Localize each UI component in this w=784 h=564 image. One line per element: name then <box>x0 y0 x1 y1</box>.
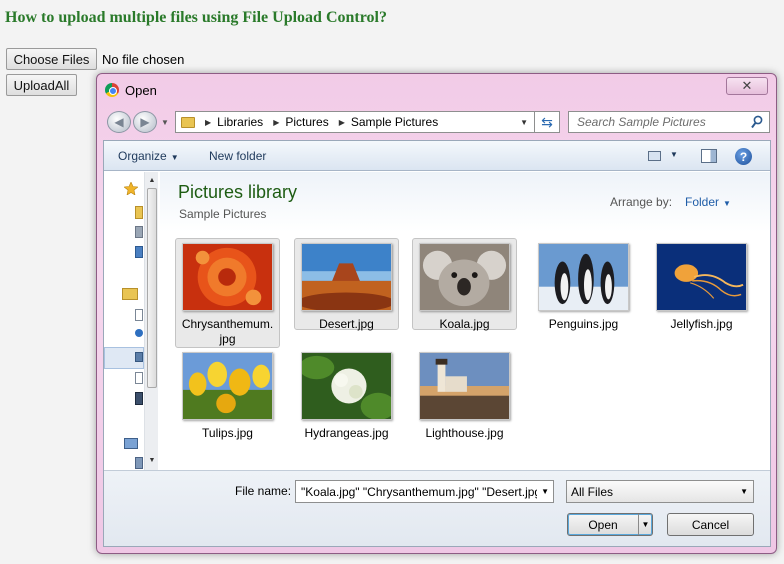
computer-icon[interactable] <box>124 438 138 449</box>
libraries-icon[interactable] <box>122 288 138 300</box>
thumbnail-jellyfish <box>656 243 747 311</box>
new-folder-button[interactable]: New folder <box>209 149 266 163</box>
document-icon[interactable] <box>135 372 143 384</box>
back-button[interactable]: ◀ <box>107 111 131 133</box>
upload-all-button[interactable]: UploadAll <box>6 74 77 96</box>
file-tile-penguins[interactable]: Penguins.jpg <box>531 238 636 331</box>
address-bar[interactable]: ▶ Libraries ▶ Pictures ▶ Sample Pictures… <box>175 111 535 133</box>
chevron-down-icon[interactable]: ▼ <box>541 487 549 496</box>
arrange-by-value: Folder <box>685 195 720 209</box>
browser-logo-icon <box>105 83 119 97</box>
thumbnail-penguins <box>538 243 629 311</box>
videos-icon[interactable] <box>135 392 143 405</box>
refresh-button[interactable]: ⇆ <box>535 111 560 133</box>
scroll-up-icon[interactable]: ▲ <box>145 174 159 188</box>
no-file-chosen-text: No file chosen <box>102 52 185 67</box>
file-type-select[interactable]: All Files ▼ <box>566 480 754 503</box>
organize-label: Organize <box>118 149 167 163</box>
open-button[interactable]: Open ▼ <box>567 513 653 536</box>
organize-button[interactable]: Organize ▼ <box>118 149 179 163</box>
search-input[interactable] <box>575 114 747 130</box>
arrange-by-dropdown[interactable]: Folder ▼ <box>685 195 731 209</box>
network-icon[interactable] <box>135 457 143 469</box>
breadcrumb-pictures[interactable]: Pictures <box>285 115 328 129</box>
chevron-down-icon[interactable]: ▼ <box>670 150 678 159</box>
file-name-label: Lighthouse.jpg <box>425 426 504 440</box>
open-file-dialog: Open ✕ ◀ ▶ ▼ ▶ Libraries ▶ Pictures ▶ Sa… <box>96 73 777 554</box>
views-icon[interactable] <box>648 151 661 161</box>
thumbnail-tulips <box>182 352 273 420</box>
arrange-by-label: Arrange by: <box>610 195 673 209</box>
scroll-down-icon[interactable]: ▼ <box>145 454 159 468</box>
cancel-button[interactable]: Cancel <box>667 513 754 536</box>
thumbnail-koala <box>419 243 510 311</box>
file-type-value: All Files <box>571 484 614 499</box>
file-name-field[interactable]: ▼ <box>295 480 554 503</box>
file-name-label: Chrysanthemum. jpg <box>181 317 274 346</box>
navigation-pane: ▲ ▼ <box>104 172 160 470</box>
file-name-label: Koala.jpg <box>439 317 490 331</box>
nav-scrollbar[interactable]: ▲ ▼ <box>144 172 158 470</box>
desktop-folder-icon[interactable] <box>135 206 143 219</box>
file-name-input[interactable] <box>299 483 539 500</box>
close-icon: ✕ <box>741 78 753 93</box>
library-title: Pictures library <box>178 182 298 202</box>
chevron-right-icon[interactable]: ▶ <box>273 118 279 127</box>
file-tile-chrysanthemum[interactable]: Chrysanthemum. jpg <box>175 238 280 348</box>
file-name-label: Tulips.jpg <box>202 426 253 440</box>
recent-locations-dropdown[interactable]: ▼ <box>161 118 169 127</box>
search-box[interactable] <box>568 111 770 133</box>
chevron-down-icon: ▼ <box>740 487 748 496</box>
file-name-label: Desert.jpg <box>319 317 374 331</box>
thumbnail-hydrangeas <box>301 352 392 420</box>
pictures-icon[interactable] <box>135 352 143 362</box>
open-button-label: Open <box>588 517 618 532</box>
search-icon[interactable] <box>751 115 763 129</box>
refresh-icon: ⇆ <box>541 113 553 130</box>
preview-pane-icon[interactable] <box>701 149 717 163</box>
command-bar: Organize ▼ New folder ▼ ? <box>104 141 770 171</box>
choose-files-button[interactable]: Choose Files <box>6 48 97 70</box>
thumbnail-desert <box>301 243 392 311</box>
music-icon[interactable] <box>135 329 143 337</box>
documents-icon[interactable] <box>135 309 143 321</box>
file-list-area: Pictures library Sample Pictures Arrange… <box>160 172 770 470</box>
file-name-label: Hydrangeas.jpg <box>304 426 389 440</box>
thumbnail-chrysanthemum <box>182 243 273 311</box>
folder-icon <box>181 116 195 128</box>
dialog-title: Open <box>125 83 157 98</box>
open-options-dropdown[interactable]: ▼ <box>638 514 652 535</box>
page-title: How to upload multiple files using File … <box>5 9 387 26</box>
help-icon[interactable]: ? <box>735 148 752 165</box>
chevron-down-icon: ▼ <box>723 199 731 208</box>
arrow-left-icon: ◀ <box>114 115 124 129</box>
chevron-right-icon[interactable]: ▶ <box>205 118 211 127</box>
thumbnail-lighthouse <box>419 352 510 420</box>
file-name-bar: File name: ▼ All Files ▼ Open ▼ Cancel <box>104 470 770 546</box>
file-tile-koala[interactable]: Koala.jpg <box>412 238 517 331</box>
file-name-label: File name: <box>235 484 292 498</box>
forward-button[interactable]: ▶ <box>133 111 157 133</box>
file-tile-jellyfish[interactable]: Jellyfish.jpg <box>649 238 754 331</box>
chevron-right-icon[interactable]: ▶ <box>339 118 345 127</box>
library-subtitle: Sample Pictures <box>179 207 267 221</box>
scroll-thumb[interactable] <box>147 188 157 388</box>
file-tile-lighthouse[interactable]: Lighthouse.jpg <box>412 347 517 440</box>
arrow-right-icon: ▶ <box>140 115 150 129</box>
chevron-down-icon[interactable]: ▼ <box>520 118 528 127</box>
file-tile-hydrangeas[interactable]: Hydrangeas.jpg <box>294 347 399 440</box>
close-button[interactable]: ✕ <box>726 77 768 95</box>
file-name-label: Jellyfish.jpg <box>670 317 733 331</box>
breadcrumb-sample-pictures[interactable]: Sample Pictures <box>351 115 438 129</box>
file-tile-desert[interactable]: Desert.jpg <box>294 238 399 331</box>
dialog-content: Organize ▼ New folder ▼ ? ▲ ▼ Pictures l… <box>103 140 771 547</box>
breadcrumb-libraries[interactable]: Libraries <box>217 115 263 129</box>
favorites-star-icon[interactable] <box>124 182 138 195</box>
chevron-down-icon: ▼ <box>170 153 179 162</box>
downloads-icon[interactable] <box>135 226 143 238</box>
recent-places-icon[interactable] <box>135 246 143 258</box>
file-name-label: Penguins.jpg <box>548 317 619 331</box>
file-tile-tulips[interactable]: Tulips.jpg <box>175 347 280 440</box>
